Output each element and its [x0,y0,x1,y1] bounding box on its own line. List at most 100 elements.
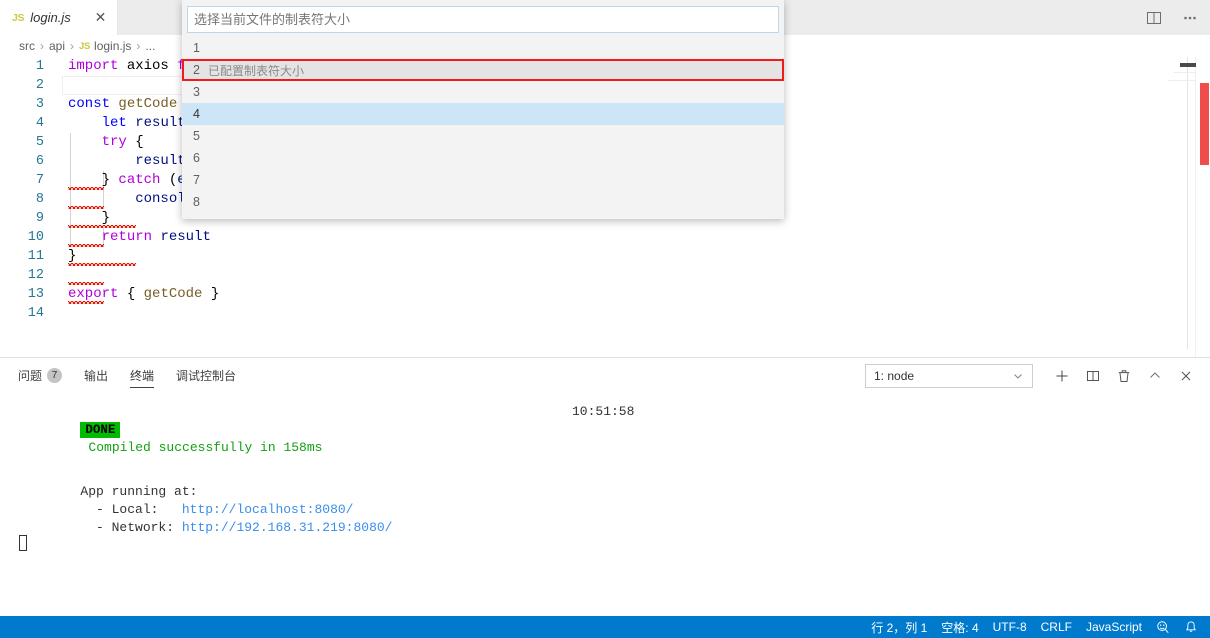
breadcrumb-separator: › [136,39,141,53]
panel-tab[interactable]: 调试控制台 [176,358,236,393]
breadcrumb-item-symbols[interactable]: ... [145,39,155,53]
error-squiggle [68,244,104,247]
quick-pick-item[interactable]: 8 [182,191,784,213]
maximize-panel-icon[interactable] [1141,362,1169,390]
quick-pick-item[interactable]: 2 已配置制表符大小 [182,59,784,81]
terminal-selector-value: 1: node [874,368,915,383]
status-bar-cursor-position[interactable]: 行 2，列 1 [864,616,934,638]
vscode-window: JS login.js ✕ src › api › JS login.js › … [0,0,1210,638]
quick-pick-item[interactable]: 1 [182,37,784,59]
status-bar: 行 2，列 1 空格: 4 UTF-8 CRLF JavaScript [0,616,1210,638]
quick-pick-item[interactable]: 7 [182,169,784,191]
error-squiggle [68,206,104,209]
notifications-bell-icon[interactable] [1177,616,1210,638]
split-terminal-icon[interactable] [1079,362,1107,390]
line-number: 1 [35,59,44,74]
error-squiggle [68,225,136,228]
error-squiggle [68,282,104,285]
editor-toolbar [1140,0,1204,35]
status-bar-indentation[interactable]: 空格: 4 [934,616,985,638]
line-number: 2 [35,78,44,93]
terminal-selector-dropdown[interactable]: 1: node [865,363,1033,388]
breadcrumb-item-login-js[interactable]: login.js [94,39,131,53]
status-bar-items: 行 2，列 1 空格: 4 UTF-8 CRLF JavaScript [864,616,1149,638]
network-url-link[interactable]: http://192.168.31.219:8080/ [182,520,393,535]
quick-pick-item[interactable]: 4 [182,103,784,125]
line-number: 3 [35,97,44,112]
panel-tab[interactable]: 输出 [84,358,108,393]
error-squiggle [68,187,104,190]
error-squiggle [68,263,136,266]
network-label: - Network: [80,520,182,535]
minimap-guide-line [1187,57,1188,349]
bottom-panel: 问题 7 输出 终端 调试控制台 1: node DONE Compiled s… [0,357,1210,617]
minimap-slider[interactable] [1180,63,1196,67]
status-bar-eol[interactable]: CRLF [1034,616,1079,638]
quick-pick-item-label: 6 [193,151,200,165]
editor-tab-login-js[interactable]: JS login.js ✕ [0,0,118,35]
terminal-line-network: - Network: http://192.168.31.219:8080/ [18,501,392,555]
quick-pick-item[interactable]: 3 [182,81,784,103]
line-number: 10 [27,230,44,245]
quick-pick-dropdown[interactable]: 1 2 已配置制表符大小 3 4 5 6 7 8 [182,0,784,219]
panel-tab-label: 问题 [18,369,43,383]
line-number: 11 [27,249,44,264]
terminal-output[interactable]: DONE Compiled successfully in 158ms 10:5… [0,393,1210,617]
line-number: 13 [27,287,44,302]
split-editor-icon[interactable] [1140,4,1168,32]
quick-pick-item-label: 3 [193,85,200,99]
more-actions-icon[interactable] [1176,4,1204,32]
line-number: 7 [35,173,44,188]
line-number: 9 [35,211,44,226]
quick-pick-item-label: 5 [193,129,200,143]
code-text: result [135,153,186,169]
minimap-line [1168,80,1196,81]
quick-pick-input[interactable] [187,6,779,33]
breadcrumb-item-api[interactable]: api [49,39,65,53]
quick-pick-item-label: 1 [193,41,200,55]
terminal-timestamp: 10:51:58 [572,404,635,419]
status-bar-encoding[interactable]: UTF-8 [986,616,1034,638]
line-number: 14 [27,306,44,321]
panel-tab[interactable]: 终端 [130,358,155,393]
minimap-line [1174,72,1196,73]
quick-pick-item[interactable]: 6 [182,147,784,169]
line-number: 8 [35,192,44,207]
line-number: 6 [35,154,44,169]
quick-pick-list[interactable]: 1 2 已配置制表符大小 3 4 5 6 7 8 [182,37,784,213]
panel-tab-label: 输出 [84,369,109,383]
panel-tab[interactable]: 问题 7 [18,358,63,393]
panel-actions: 1: node [865,358,1200,393]
quick-pick-item-label: 4 [193,107,200,121]
quick-pick-item-label: 7 [193,173,200,187]
code-text: try { [101,134,144,150]
status-bar-language-mode[interactable]: JavaScript [1079,616,1149,638]
close-icon[interactable]: ✕ [93,10,108,25]
quick-pick-item-description: 已配置制表符大小 [207,63,304,78]
panel-tab-label: 终端 [130,369,155,383]
error-marker [1200,83,1209,165]
breadcrumb-separator: › [40,39,44,53]
overview-ruler[interactable] [1195,57,1210,357]
quick-pick-item-label: 8 [193,195,200,209]
quick-pick-item[interactable]: 5 [182,125,784,147]
line-number: 5 [35,135,44,150]
new-terminal-icon[interactable] [1048,362,1076,390]
editor-tab-label: login.js [30,10,71,25]
error-squiggle [68,301,104,304]
problems-count-badge: 7 [47,368,63,383]
line-number: 12 [27,268,44,283]
code-line: 13 export { getCode } [0,285,1210,304]
close-panel-icon[interactable] [1172,362,1200,390]
panel-tab-list: 问题 7 输出 终端 调试控制台 [0,358,258,393]
code-text: let result [101,115,186,131]
breadcrumb-separator: › [70,39,75,53]
quick-pick-input-wrapper [182,0,784,37]
feedback-icon[interactable] [1149,616,1177,638]
code-line: 11} [0,247,1210,266]
breadcrumb-item-src[interactable]: src [19,39,35,53]
javascript-file-icon: JS [12,11,25,24]
chevron-down-icon [1014,373,1022,379]
line-number: 4 [35,116,44,131]
trash-icon[interactable] [1110,362,1138,390]
